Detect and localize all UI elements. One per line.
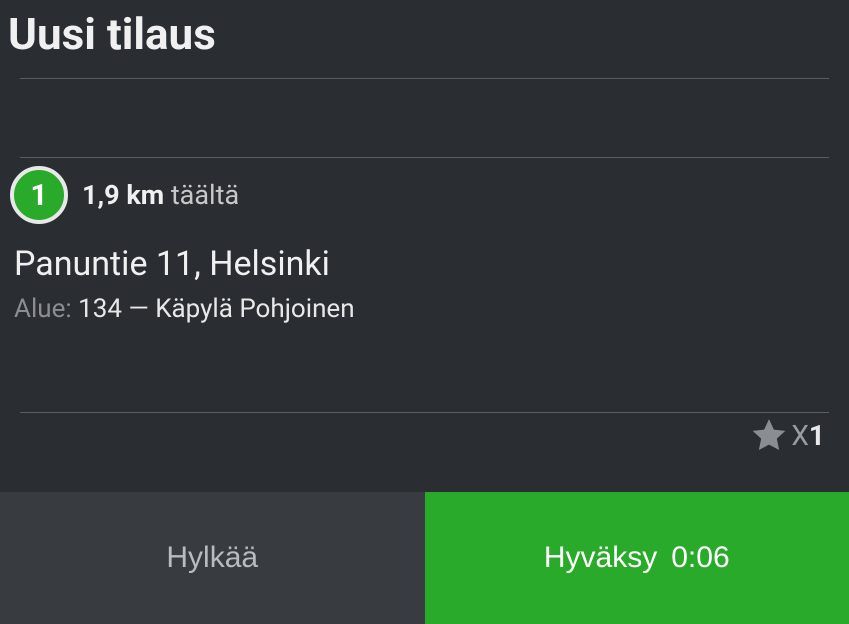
area-value: 134 — Käpylä Pohjoinen bbox=[72, 294, 355, 324]
reject-label: Hylkää bbox=[166, 541, 258, 575]
accept-button[interactable]: Hyväksy 0:06 bbox=[425, 492, 849, 624]
order-number-badge: 1 bbox=[10, 166, 68, 224]
multiplier-value: 1 bbox=[809, 419, 825, 452]
reject-button[interactable]: Hylkää bbox=[0, 492, 425, 624]
spacer bbox=[0, 79, 849, 157]
page-title: Uusi tilaus bbox=[8, 8, 841, 60]
spacer bbox=[0, 324, 849, 412]
distance-suffix: täältä bbox=[164, 179, 239, 211]
area-label: Alue: bbox=[14, 294, 72, 324]
star-icon bbox=[749, 415, 789, 455]
multiplier-prefix: X bbox=[791, 419, 809, 452]
accept-timer: 0:06 bbox=[671, 541, 729, 575]
multiplier: X1 bbox=[791, 419, 825, 452]
action-bar: Hylkää Hyväksy 0:06 bbox=[0, 492, 849, 624]
area-line: Alue: 134 — Käpylä Pohjoinen bbox=[14, 294, 835, 324]
order-number: 1 bbox=[30, 178, 47, 213]
address-line: Panuntie 11, Helsinki bbox=[14, 244, 835, 284]
distance-value: 1,9 km bbox=[82, 179, 164, 211]
accept-label: Hyväksy bbox=[544, 541, 657, 575]
rating-row: X1 bbox=[0, 413, 849, 455]
distance-row: 1 1,9 km täältä bbox=[0, 158, 849, 224]
address-block: Panuntie 11, Helsinki Alue: 134 — Käpylä… bbox=[0, 224, 849, 324]
header: Uusi tilaus bbox=[0, 0, 849, 78]
distance-text: 1,9 km täältä bbox=[82, 179, 239, 211]
